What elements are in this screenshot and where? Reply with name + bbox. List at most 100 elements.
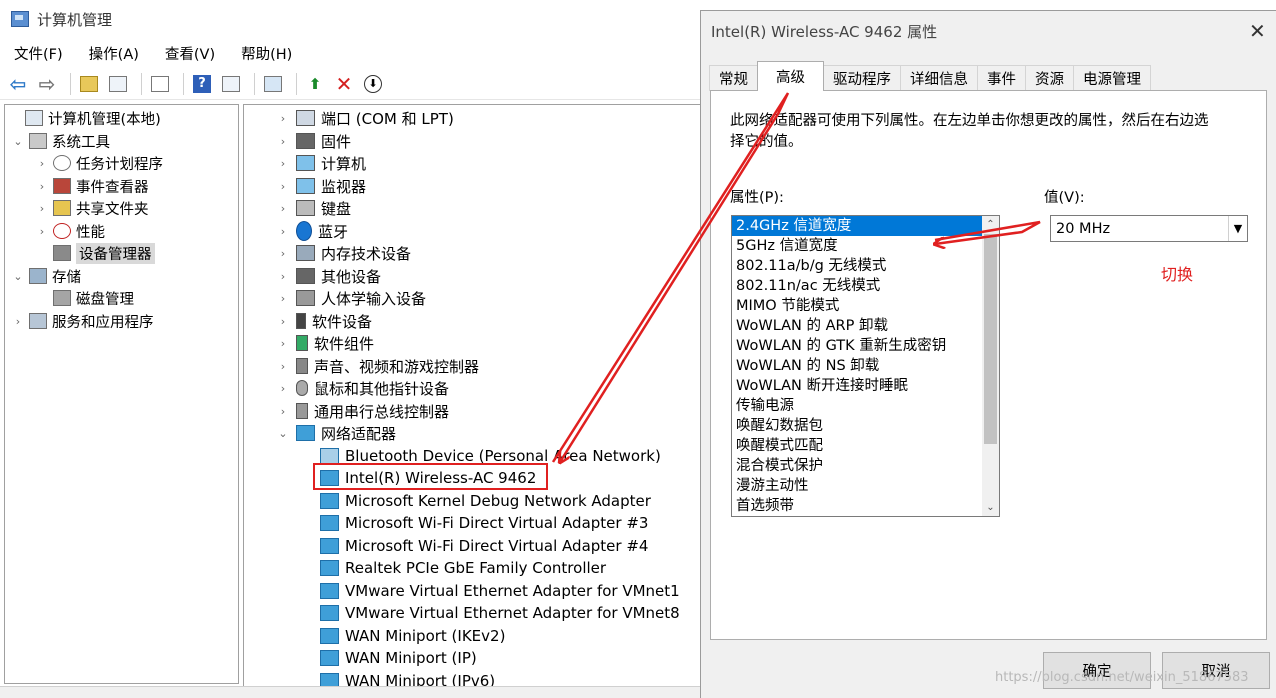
- property-list-scrollbar[interactable]: ⌃ ⌄: [982, 216, 999, 516]
- tree-item-shared-folders[interactable]: › 共享文件夹: [35, 197, 149, 219]
- tab-resources[interactable]: 资源: [1025, 65, 1074, 91]
- expand-icon[interactable]: ›: [35, 202, 49, 215]
- device-wifi-direct-3[interactable]: Microsoft Wi-Fi Direct Virtual Adapter #…: [300, 512, 648, 534]
- collapse-icon[interactable]: ⌄: [11, 135, 25, 148]
- device-category-monitors[interactable]: › 监视器: [276, 175, 366, 197]
- tree-item-device-manager[interactable]: 设备管理器: [35, 242, 155, 264]
- device-category-firmware[interactable]: › 固件: [276, 130, 351, 152]
- expand-icon[interactable]: ›: [35, 225, 49, 238]
- expand-icon[interactable]: ›: [276, 247, 290, 260]
- tree-item-task-scheduler[interactable]: › 任务计划程序: [35, 152, 163, 174]
- expand-icon[interactable]: ›: [11, 315, 25, 328]
- disable-device-icon[interactable]: ⬇: [361, 72, 385, 96]
- expand-icon[interactable]: ›: [276, 337, 290, 350]
- property-item[interactable]: MIMO 节能模式: [732, 296, 982, 316]
- collapse-icon[interactable]: ⌄: [276, 427, 290, 440]
- device-category-software-components[interactable]: › 软件组件: [276, 332, 374, 354]
- expand-icon[interactable]: ›: [276, 202, 290, 215]
- expand-icon[interactable]: ›: [276, 292, 290, 305]
- device-category-memory-technology[interactable]: › 内存技术设备: [276, 242, 411, 264]
- property-item[interactable]: WoWLAN 的 NS 卸载: [732, 356, 982, 376]
- device-category-computer[interactable]: › 计算机: [276, 152, 366, 174]
- device-category-other[interactable]: › 其他设备: [276, 265, 381, 287]
- up-folder-icon[interactable]: [77, 72, 101, 96]
- device-vmnet1[interactable]: VMware Virtual Ethernet Adapter for VMne…: [300, 580, 680, 602]
- collapse-icon[interactable]: ⌄: [11, 270, 25, 283]
- expand-icon[interactable]: ›: [276, 315, 290, 328]
- device-category-sound[interactable]: › 声音、视频和游戏控制器: [276, 355, 479, 377]
- device-category-keyboards[interactable]: › 键盘: [276, 197, 351, 219]
- device-ms-kernel-debug[interactable]: Microsoft Kernel Debug Network Adapter: [300, 490, 651, 512]
- tab-details[interactable]: 详细信息: [900, 65, 978, 91]
- expand-icon[interactable]: ›: [276, 270, 290, 283]
- expand-icon[interactable]: ›: [276, 157, 290, 170]
- expand-icon[interactable]: ›: [276, 382, 290, 395]
- value-dropdown[interactable]: 20 MHz ▼: [1050, 215, 1248, 242]
- property-item[interactable]: 802.11n/ac 无线模式: [732, 276, 982, 296]
- property-item[interactable]: 802.11a/b/g 无线模式: [732, 256, 982, 276]
- property-item[interactable]: 首选频带: [732, 496, 982, 516]
- property-item[interactable]: 5GHz 信道宽度: [732, 236, 982, 256]
- device-category-bluetooth[interactable]: › 蓝牙: [276, 220, 348, 242]
- tree-item-services-applications[interactable]: › 服务和应用程序: [11, 310, 154, 332]
- property-item[interactable]: 唤醒模式匹配: [732, 436, 982, 456]
- device-category-ports[interactable]: › 端口 (COM 和 LPT): [276, 107, 454, 129]
- device-category-hid[interactable]: › 人体学输入设备: [276, 287, 426, 309]
- close-icon[interactable]: ✕: [1249, 19, 1266, 43]
- property-item[interactable]: 混合模式保护: [732, 456, 982, 476]
- menu-action[interactable]: 操作(A): [75, 43, 151, 64]
- show-hide-tree-icon[interactable]: [106, 72, 130, 96]
- expand-icon[interactable]: ›: [35, 180, 49, 193]
- tree-item-system-tools[interactable]: ⌄ 系统工具: [11, 130, 110, 152]
- device-wan-ip[interactable]: WAN Miniport (IP): [300, 647, 477, 669]
- device-category-software-devices[interactable]: › 软件设备: [276, 310, 372, 332]
- expand-icon[interactable]: ›: [276, 360, 290, 373]
- help-icon[interactable]: ?: [190, 72, 214, 96]
- tree-item-event-viewer[interactable]: › 事件查看器: [35, 175, 149, 197]
- chevron-down-icon[interactable]: ▼: [1228, 216, 1247, 241]
- property-item-selected[interactable]: 2.4GHz 信道宽度: [732, 216, 982, 236]
- menu-view[interactable]: 查看(V): [151, 43, 227, 64]
- property-item[interactable]: 传输电源: [732, 396, 982, 416]
- device-wan-ikev2[interactable]: WAN Miniport (IKEv2): [300, 625, 505, 647]
- property-item[interactable]: 唤醒幻数据包: [732, 416, 982, 436]
- tree-item-performance[interactable]: › 性能: [35, 220, 105, 242]
- scroll-down-icon[interactable]: ⌄: [982, 499, 999, 516]
- tab-general[interactable]: 常规: [709, 65, 758, 91]
- device-realtek-gbe[interactable]: Realtek PCIe GbE Family Controller: [300, 557, 606, 579]
- scan-hardware-icon[interactable]: [261, 72, 285, 96]
- tab-events[interactable]: 事件: [977, 65, 1026, 91]
- scrollbar-thumb[interactable]: [984, 234, 997, 444]
- tab-driver[interactable]: 驱动程序: [823, 65, 901, 91]
- update-driver-icon[interactable]: ⬆: [303, 72, 327, 96]
- device-wifi-direct-4[interactable]: Microsoft Wi-Fi Direct Virtual Adapter #…: [300, 535, 648, 557]
- property-item[interactable]: WoWLAN 断开连接时睡眠: [732, 376, 982, 396]
- property-item[interactable]: WoWLAN 的 GTK 重新生成密钥: [732, 336, 982, 356]
- forward-arrow-icon[interactable]: ⇨: [35, 72, 59, 96]
- device-category-mice[interactable]: › 鼠标和其他指针设备: [276, 377, 449, 399]
- tab-advanced[interactable]: 高级: [757, 61, 824, 91]
- property-list[interactable]: 2.4GHz 信道宽度 5GHz 信道宽度 802.11a/b/g 无线模式 8…: [731, 215, 1000, 517]
- expand-icon[interactable]: ›: [276, 225, 290, 238]
- device-category-network-adapters[interactable]: ⌄ 网络适配器: [276, 422, 396, 444]
- expand-icon[interactable]: ›: [276, 180, 290, 193]
- tree-item-storage[interactable]: ⌄ 存储: [11, 265, 81, 287]
- property-item[interactable]: WoWLAN 的 ARP 卸载: [732, 316, 982, 336]
- properties-icon[interactable]: [148, 72, 172, 96]
- device-vmnet8[interactable]: VMware Virtual Ethernet Adapter for VMne…: [300, 602, 680, 624]
- tree-item-computer-management[interactable]: 计算机管理(本地): [7, 107, 161, 129]
- menu-help[interactable]: 帮助(H): [227, 43, 304, 64]
- scroll-up-icon[interactable]: ⌃: [982, 216, 999, 233]
- property-item[interactable]: 漫游主动性: [732, 476, 982, 496]
- action-pane-icon[interactable]: [219, 72, 243, 96]
- tab-power-management[interactable]: 电源管理: [1073, 65, 1151, 91]
- back-arrow-icon[interactable]: ⇦: [6, 72, 30, 96]
- device-category-usb[interactable]: › 通用串行总线控制器: [276, 400, 449, 422]
- expand-icon[interactable]: ›: [276, 135, 290, 148]
- expand-icon[interactable]: ›: [35, 157, 49, 170]
- expand-icon[interactable]: ›: [276, 112, 290, 125]
- expand-icon[interactable]: ›: [276, 405, 290, 418]
- menu-file[interactable]: 文件(F): [0, 43, 75, 64]
- uninstall-device-icon[interactable]: ✕: [332, 72, 356, 96]
- tree-item-disk-management[interactable]: 磁盘管理: [35, 287, 134, 309]
